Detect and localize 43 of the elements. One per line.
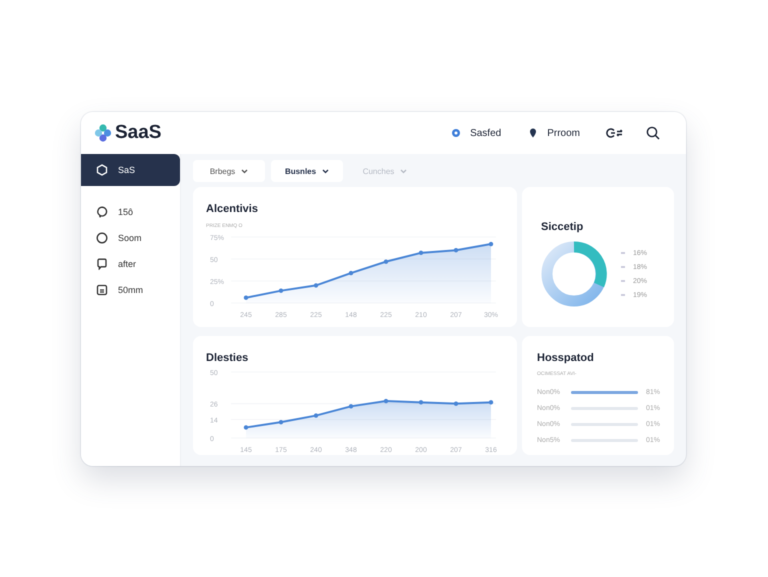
point [314, 283, 318, 288]
sidebar-item[interactable]: after [81, 249, 180, 278]
dot-icon [450, 127, 462, 139]
caret-icon [322, 168, 330, 174]
document-icon [96, 284, 108, 296]
card-title: Alcentivis [206, 203, 258, 215]
point [454, 248, 458, 252]
search-icon[interactable] [646, 126, 660, 140]
point [244, 296, 248, 300]
point [384, 398, 388, 404]
sidebar-item[interactable]: 15ô [81, 197, 180, 226]
filter-dropdown[interactable]: Busnles [271, 160, 343, 182]
brand-name: SaaS [115, 122, 162, 144]
point [348, 270, 354, 276]
sidebar-item[interactable]: SaS [81, 154, 180, 186]
caret-icon [241, 168, 248, 174]
point [278, 288, 284, 293]
point [348, 404, 354, 409]
point [278, 420, 284, 424]
donut-chart-drawing [541, 241, 607, 307]
point [488, 400, 494, 405]
sidebar-item[interactable]: Soom [81, 223, 180, 252]
point [314, 413, 318, 418]
point [418, 400, 424, 405]
point [454, 401, 458, 406]
chat-icon [96, 258, 108, 270]
point [384, 259, 388, 264]
nav-link[interactable]: Prroom [527, 127, 580, 139]
circle-icon [96, 232, 108, 244]
caret-icon [400, 168, 408, 174]
sidebar-item[interactable]: 50mm [81, 275, 180, 304]
card-title: Hosspatod [537, 352, 594, 364]
card-title: Dlesties [206, 352, 248, 364]
point [418, 250, 424, 256]
card-title: Siccetip [541, 221, 584, 233]
hexagon-icon [96, 164, 108, 176]
logo-icon [94, 124, 112, 142]
toggle-icon[interactable] [606, 127, 624, 139]
filter-dropdown[interactable]: Brbegs [193, 160, 265, 182]
point [244, 425, 248, 430]
point [488, 242, 494, 246]
speech-bubble-icon [96, 206, 108, 218]
nav-link[interactable]: Sasfed [450, 127, 502, 139]
